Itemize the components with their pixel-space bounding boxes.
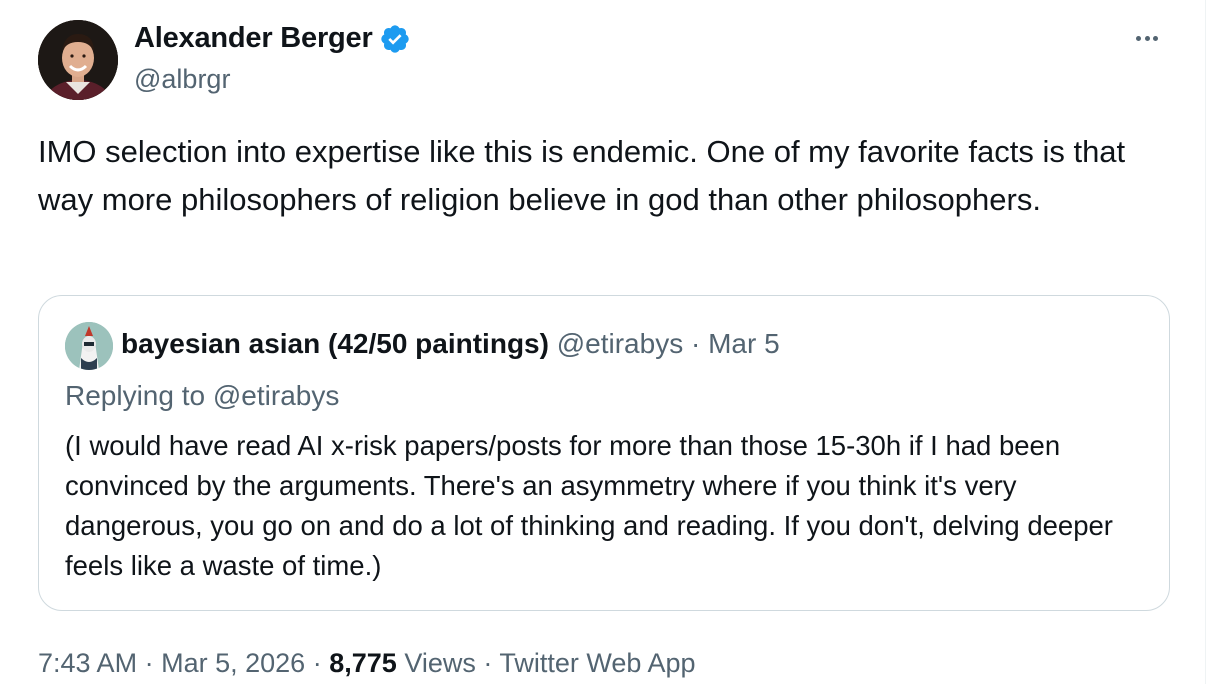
author-display-name[interactable]: Alexander Berger: [134, 22, 373, 55]
footer-separator: ·: [312, 648, 322, 678]
views-count: 8,775: [329, 648, 397, 678]
author-avatar-image: [38, 20, 118, 100]
views-label: Views: [404, 648, 476, 678]
more-horizontal-icon-dot: [1153, 35, 1158, 41]
quoted-tweet-card[interactable]: bayesian asian (42/50 paintings) @etirab…: [38, 295, 1170, 611]
tweet-source[interactable]: Twitter Web App: [499, 648, 695, 678]
quoted-author-handle[interactable]: @etirabys: [557, 328, 683, 359]
quoted-avatar-image: [65, 322, 113, 370]
tweet: Alexander Berger @albrgr IMO selection i…: [0, 0, 1205, 684]
tweet-text: IMO selection into expertise like this i…: [38, 134, 1126, 217]
quoted-tweet-text: (I would have read AI x-risk papers/post…: [65, 430, 1113, 581]
footer-separator: ·: [483, 648, 493, 678]
replying-to-handle: @etirabys: [212, 380, 340, 411]
more-horizontal-icon-dot: [1144, 35, 1150, 41]
tweet-date[interactable]: Mar 5, 2026: [161, 648, 305, 678]
more-horizontal-icon-dot: [1136, 35, 1141, 41]
footer-separator: ·: [144, 648, 154, 678]
author-avatar[interactable]: [38, 20, 118, 100]
more-options-button[interactable]: [1136, 28, 1158, 48]
verified-badge-icon: [379, 23, 411, 55]
quoted-author-name[interactable]: bayesian asian (42/50 paintings): [121, 328, 549, 359]
quoted-header: bayesian asian (42/50 paintings) @etirab…: [121, 328, 780, 360]
quoted-separator: ·: [690, 328, 701, 359]
author-handle[interactable]: @albrgr: [134, 64, 230, 95]
tweet-time[interactable]: 7:43 AM: [38, 648, 137, 678]
quoted-author-avatar[interactable]: [65, 322, 113, 370]
quoted-date[interactable]: Mar 5: [708, 328, 780, 359]
tweet-footer: 7:43 AM · Mar 5, 2026 · 8,775 Views · Tw…: [38, 648, 695, 679]
quoted-replying-to: Replying to @etirabys: [65, 380, 339, 412]
scrollbar-track[interactable]: [1205, 0, 1213, 684]
replying-to-label: Replying to: [65, 380, 206, 411]
author-name-row: Alexander Berger: [134, 22, 411, 55]
